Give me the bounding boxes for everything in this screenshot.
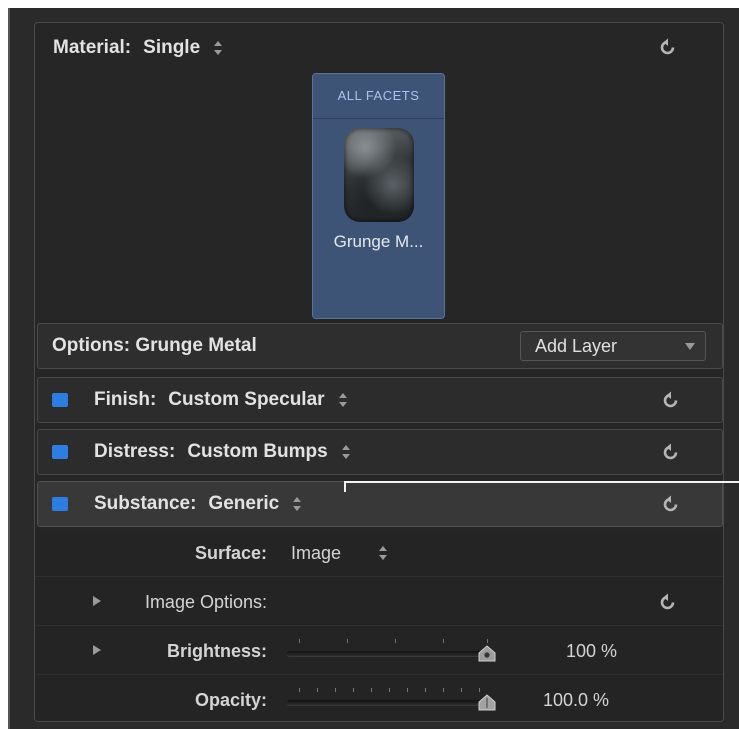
add-layer-label: Add Layer	[535, 335, 618, 356]
surface-popup[interactable]: Image	[291, 543, 341, 564]
surface-label: Surface:	[194, 543, 267, 563]
brightness-value[interactable]: 100 %	[566, 641, 617, 662]
slider-knob[interactable]	[477, 645, 497, 663]
opacity-row: Opacity: 100.0 %	[35, 676, 723, 721]
slider-track	[287, 700, 487, 705]
material-label: Material:	[53, 37, 132, 58]
disclosure-triangle-icon[interactable]	[93, 645, 101, 655]
callout-line	[344, 481, 739, 492]
facet-divider	[313, 118, 444, 119]
chevron-down-icon	[685, 343, 695, 350]
add-layer-popup[interactable]: Add Layer	[520, 331, 706, 361]
facet-title: ALL FACETS	[337, 88, 420, 103]
layer-substance-popup[interactable]: Generic	[208, 493, 279, 515]
layer-distress[interactable]: Distress: Custom Bumps	[37, 429, 723, 475]
substance-parameters: Surface: Image Image Options: Brightness…	[35, 529, 723, 721]
layer-finish-label: Finish:	[94, 389, 157, 410]
brightness-slider[interactable]	[287, 637, 499, 663]
up-down-stepper-icon[interactable]	[377, 544, 389, 562]
frame-edge	[8, 8, 10, 729]
image-options-row[interactable]: Image Options:	[35, 578, 723, 626]
brightness-label: Brightness:	[166, 641, 267, 661]
layer-substance-checkbox[interactable]	[52, 497, 68, 511]
reset-arrow-icon[interactable]	[662, 443, 680, 461]
up-down-stepper-icon[interactable]	[212, 39, 224, 57]
reset-arrow-icon[interactable]	[659, 38, 677, 56]
opacity-label: Opacity:	[194, 690, 267, 710]
material-header: Material: Single	[35, 23, 723, 73]
options-label: Options: Grunge Metal	[52, 335, 257, 356]
layer-distress-checkbox[interactable]	[52, 445, 68, 459]
layer-finish[interactable]: Finish: Custom Specular	[37, 377, 723, 423]
disclosure-triangle-icon[interactable]	[93, 596, 101, 606]
layer-finish-checkbox[interactable]	[52, 393, 68, 407]
opacity-value[interactable]: 100.0 %	[543, 690, 609, 711]
brightness-row: Brightness: 100 %	[35, 627, 723, 675]
options-bar: Options: Grunge Metal Add Layer	[37, 323, 723, 369]
slider-knob[interactable]	[477, 694, 497, 712]
layer-distress-label: Distress:	[94, 441, 176, 462]
reset-arrow-icon[interactable]	[659, 593, 677, 611]
material-popup[interactable]: Single	[143, 37, 200, 59]
image-options-label: Image Options:	[144, 592, 267, 612]
layer-finish-popup[interactable]: Custom Specular	[168, 389, 324, 411]
facet-tile[interactable]: ALL FACETS Grunge M...	[312, 73, 445, 319]
material-swatch-thumbnail	[344, 128, 414, 222]
surface-row: Surface: Image	[35, 529, 723, 577]
reset-arrow-icon[interactable]	[662, 391, 680, 409]
up-down-stepper-icon[interactable]	[337, 391, 349, 409]
up-down-stepper-icon[interactable]	[340, 443, 352, 461]
layer-distress-popup[interactable]: Custom Bumps	[187, 441, 327, 463]
up-down-stepper-icon[interactable]	[291, 495, 303, 513]
layer-substance-label: Substance:	[94, 493, 197, 514]
facet-material-name: Grunge M...	[333, 232, 424, 251]
reset-arrow-icon[interactable]	[662, 495, 680, 513]
material-panel: Material: Single ALL FACETS Grunge M... …	[34, 22, 724, 722]
slider-track	[287, 651, 487, 656]
opacity-slider[interactable]	[287, 686, 499, 712]
